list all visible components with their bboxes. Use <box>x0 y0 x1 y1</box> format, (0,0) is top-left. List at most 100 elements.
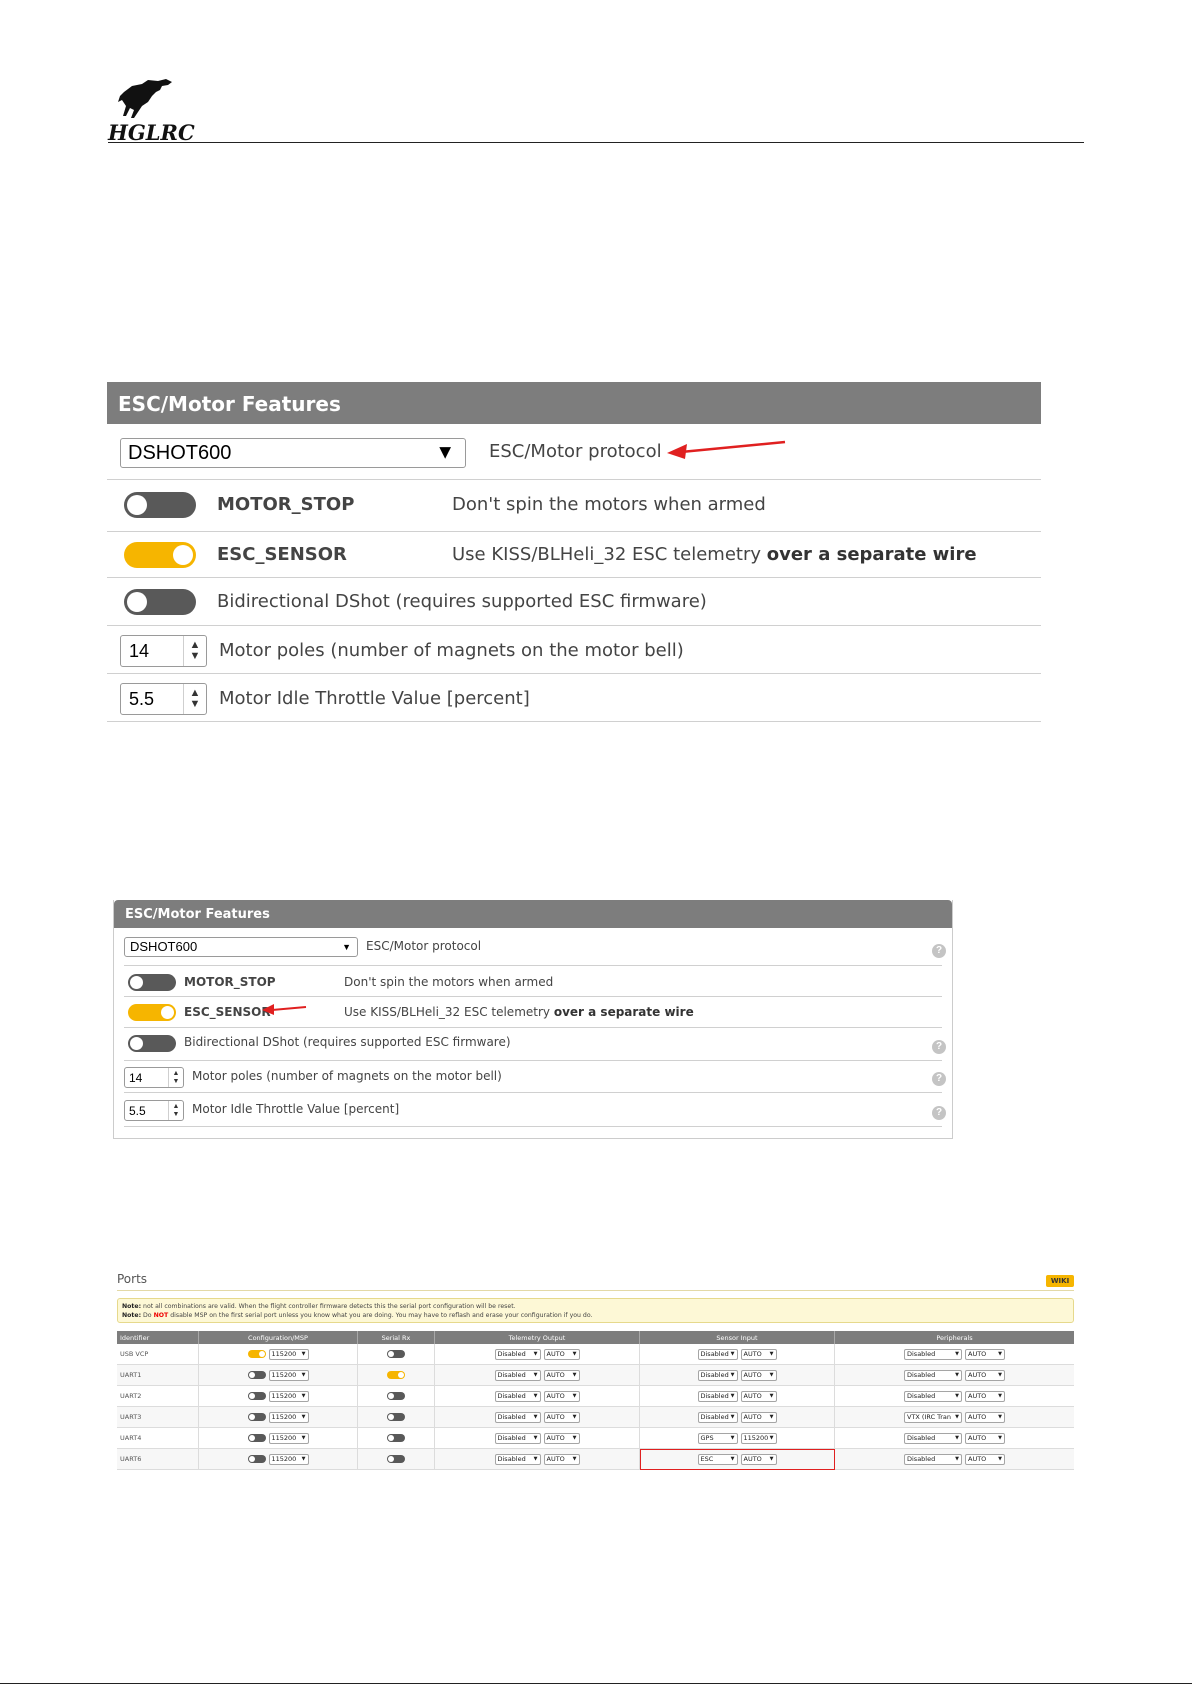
telemetry-select[interactable]: Disabled ▼ <box>494 1453 541 1465</box>
bidir-dshot-toggle[interactable] <box>124 589 196 615</box>
sensor-baud-select[interactable]: AUTO ▼ <box>740 1390 777 1402</box>
help-icon[interactable]: ? <box>932 1072 946 1086</box>
stepper-icon[interactable]: ▲ ▼ <box>168 1101 183 1120</box>
idle-throttle-input[interactable]: 5.5 ▲ ▼ <box>120 683 207 715</box>
esc-protocol-select[interactable]: DSHOT600 ▼ <box>124 937 358 957</box>
msp-baud-select[interactable]: 115200 ▼ <box>268 1369 309 1381</box>
red-arrow-icon <box>667 440 786 459</box>
msp-toggle[interactable] <box>247 1371 266 1379</box>
motor-stop-desc: Don't spin the motors when armed <box>452 494 766 515</box>
motor-stop-toggle[interactable] <box>128 974 176 991</box>
motor-poles-input[interactable]: 14 ▲ ▼ <box>124 1067 184 1088</box>
peripheral-select[interactable]: Disabled ▼ <box>904 1348 962 1360</box>
note-2: Note: Do NOT disable MSP on the first se… <box>122 1312 593 1319</box>
peripheral-baud-select[interactable]: AUTO ▼ <box>965 1432 1005 1444</box>
msp-baud-select[interactable]: 115200 ▼ <box>268 1432 309 1444</box>
esc-sensor-desc: Use KISS/BLHeli_32 ESC telemetry over a … <box>452 544 977 565</box>
motor-poles-input[interactable]: 14 ▲ ▼ <box>120 635 207 667</box>
serial-rx-toggle[interactable] <box>387 1350 405 1358</box>
serial-rx-toggle[interactable] <box>387 1434 405 1442</box>
msp-baud-select[interactable]: 115200 ▼ <box>268 1348 309 1360</box>
sensor-baud-select[interactable]: AUTO ▼ <box>740 1369 777 1381</box>
esc-protocol-label: ESC/Motor protocol <box>366 939 482 953</box>
msp-baud-select[interactable]: 115200 ▼ <box>268 1411 309 1423</box>
peripheral-baud-select[interactable]: AUTO ▼ <box>965 1369 1005 1381</box>
bidir-dshot-row: Bidirectional DShot (requires supported … <box>107 578 1041 626</box>
sensor-select[interactable]: Disabled ▼ <box>697 1369 738 1381</box>
msp-toggle[interactable] <box>247 1455 266 1463</box>
telemetry-baud-select[interactable]: AUTO ▼ <box>543 1369 580 1381</box>
note-1: Note: not all combinations are valid. Wh… <box>122 1303 516 1310</box>
msp-baud-select[interactable]: 115200 ▼ <box>268 1390 309 1402</box>
peripheral-baud-select[interactable]: AUTO ▼ <box>965 1348 1005 1360</box>
peripheral-select[interactable]: Disabled ▼ <box>904 1432 962 1444</box>
telemetry-select[interactable]: Disabled ▼ <box>494 1348 541 1360</box>
idle-throttle-label: Motor Idle Throttle Value [percent] <box>219 688 530 709</box>
sensor-select[interactable]: GPS ▼ <box>697 1432 738 1444</box>
wiki-button[interactable]: WIKI <box>1046 1275 1074 1287</box>
peripheral-baud-select[interactable]: AUTO ▼ <box>965 1390 1005 1402</box>
peripheral-select[interactable]: Disabled ▼ <box>904 1453 962 1465</box>
peripheral-baud-select[interactable]: AUTO ▼ <box>965 1453 1005 1465</box>
esc-sensor-desc: Use KISS/BLHeli_32 ESC telemetry over a … <box>344 1005 694 1019</box>
footer-divider <box>0 1683 1192 1684</box>
telemetry-baud-select[interactable]: AUTO ▼ <box>543 1453 580 1465</box>
motor-poles-row: 14 ▲ ▼ Motor poles (number of magnets on … <box>124 1061 946 1093</box>
motor-stop-toggle[interactable] <box>124 492 196 518</box>
sensor-baud-select[interactable]: 115200 ▼ <box>740 1432 777 1444</box>
ports-header-row: Identifier Configuration/MSP Serial Rx T… <box>117 1331 1074 1344</box>
protocol-row: DSHOT600 ▼ ESC/Motor protocol <box>107 424 1041 480</box>
peripheral-select[interactable]: Disabled ▼ <box>904 1390 962 1402</box>
telemetry-select[interactable]: Disabled ▼ <box>494 1369 541 1381</box>
sensor-baud-select[interactable]: AUTO ▼ <box>740 1348 777 1360</box>
serial-rx-toggle[interactable] <box>387 1371 405 1379</box>
help-icon[interactable]: ? <box>932 1040 946 1054</box>
ports-row: USB VCP 115200 ▼ Disabled ▼ AUTO ▼ Disabled ▼ AUT… <box>117 1344 1074 1365</box>
msp-toggle[interactable] <box>247 1413 266 1421</box>
esc-sensor-toggle[interactable] <box>124 542 196 568</box>
sensor-baud-select[interactable]: AUTO ▼ <box>740 1411 777 1423</box>
col-telemetry-output: Telemetry Output <box>434 1331 640 1344</box>
peripheral-select[interactable]: Disabled ▼ <box>904 1369 962 1381</box>
ports-title: Ports <box>117 1272 148 1286</box>
stepper-icon[interactable]: ▲ ▼ <box>168 1068 183 1087</box>
stepper-icon[interactable]: ▲ ▼ <box>183 636 206 666</box>
port-identifier: UART2 <box>117 1385 199 1407</box>
sensor-select[interactable]: Disabled ▼ <box>697 1348 738 1360</box>
sensor-select[interactable]: Disabled ▼ <box>697 1411 738 1423</box>
peripheral-baud-select[interactable]: AUTO ▼ <box>965 1411 1005 1423</box>
motor-poles-label: Motor poles (number of magnets on the mo… <box>219 640 684 661</box>
idle-throttle-input[interactable]: 5.5 ▲ ▼ <box>124 1100 184 1121</box>
dinosaur-logo-icon <box>118 79 172 118</box>
chevron-down-icon: ▼ <box>342 942 351 952</box>
msp-toggle[interactable] <box>247 1350 266 1358</box>
bidir-dshot-label: Bidirectional DShot (requires supported … <box>184 1035 511 1049</box>
motor-stop-row: MOTOR_STOP Don't spin the motors when ar… <box>124 966 942 997</box>
telemetry-baud-select[interactable]: AUTO ▼ <box>543 1348 580 1360</box>
ports-divider <box>117 1290 1074 1291</box>
telemetry-baud-select[interactable]: AUTO ▼ <box>543 1411 580 1423</box>
bidir-dshot-toggle[interactable] <box>128 1035 176 1052</box>
msp-baud-select[interactable]: 115200 ▼ <box>268 1453 309 1465</box>
telemetry-baud-select[interactable]: AUTO ▼ <box>543 1390 580 1402</box>
serial-rx-toggle[interactable] <box>387 1392 405 1400</box>
port-identifier: UART4 <box>117 1427 199 1449</box>
msp-toggle[interactable] <box>247 1392 266 1400</box>
telemetry-select[interactable]: Disabled ▼ <box>494 1411 541 1423</box>
motor-stop-desc: Don't spin the motors when armed <box>344 975 554 989</box>
help-icon[interactable]: ? <box>932 1106 946 1120</box>
esc-sensor-toggle[interactable] <box>128 1004 176 1021</box>
telemetry-select[interactable]: Disabled ▼ <box>494 1390 541 1402</box>
telemetry-baud-select[interactable]: AUTO ▼ <box>543 1432 580 1444</box>
ports-table: Identifier Configuration/MSP Serial Rx T… <box>117 1331 1074 1470</box>
serial-rx-toggle[interactable] <box>387 1413 405 1421</box>
stepper-icon[interactable]: ▲ ▼ <box>183 684 206 714</box>
telemetry-select[interactable]: Disabled ▼ <box>494 1432 541 1444</box>
msp-toggle[interactable] <box>247 1434 266 1442</box>
help-icon[interactable]: ? <box>932 944 946 958</box>
peripheral-select[interactable]: VTX (IRC Tran ▼ <box>904 1411 962 1423</box>
serial-rx-toggle[interactable] <box>387 1455 405 1463</box>
col-identifier: Identifier <box>117 1331 199 1344</box>
sensor-select[interactable]: Disabled ▼ <box>697 1390 738 1402</box>
esc-protocol-select[interactable]: DSHOT600 ▼ <box>120 438 466 468</box>
